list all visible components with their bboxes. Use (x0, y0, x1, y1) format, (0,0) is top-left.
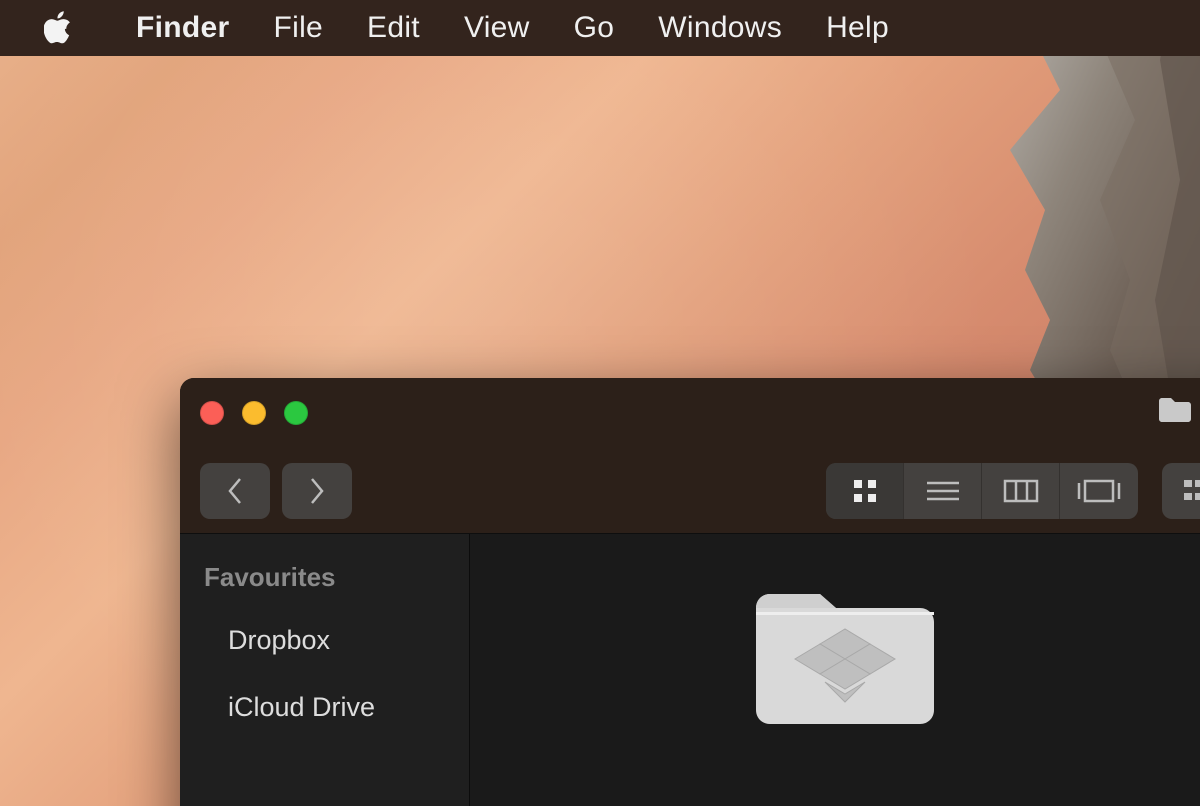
group-icon (1182, 477, 1200, 505)
dropbox-folder-icon[interactable] (750, 574, 940, 729)
apple-menu-icon[interactable] (44, 11, 72, 45)
coverflow-view-button[interactable] (1060, 463, 1138, 519)
minimize-button[interactable] (242, 401, 266, 425)
window-controls (200, 401, 308, 425)
menu-edit[interactable]: Edit (345, 11, 442, 45)
sidebar: Favourites Dropbox iCloud Drive (180, 534, 470, 806)
menu-view[interactable]: View (442, 11, 552, 45)
arrange-button[interactable] (1162, 463, 1200, 519)
window-titlebar[interactable]: Des (180, 378, 1200, 448)
back-button[interactable] (200, 463, 270, 519)
window-body: Favourites Dropbox iCloud Drive (180, 534, 1200, 806)
zoom-button[interactable] (284, 401, 308, 425)
folder-icon (1157, 395, 1193, 431)
menu-bar: Finder File Edit View Go Windows Help (0, 0, 1200, 56)
wallpaper-cliff (940, 0, 1200, 420)
column-view-button[interactable] (982, 463, 1060, 519)
arrange-control (1162, 463, 1200, 519)
content-area[interactable] (470, 534, 1200, 806)
icon-view-button[interactable] (826, 463, 904, 519)
menu-go[interactable]: Go (552, 11, 637, 45)
window-toolbar (180, 448, 1200, 534)
menu-help[interactable]: Help (804, 11, 911, 45)
sidebar-item-dropbox[interactable]: Dropbox (180, 607, 469, 674)
menu-app-name[interactable]: Finder (114, 11, 251, 45)
menu-file[interactable]: File (251, 11, 345, 45)
sidebar-section-favourites: Favourites (180, 562, 469, 607)
sidebar-item-icloud-drive[interactable]: iCloud Drive (180, 674, 469, 741)
desktop: Finder File Edit View Go Windows Help De… (0, 0, 1200, 806)
list-view-button[interactable] (904, 463, 982, 519)
view-mode-control (826, 463, 1138, 519)
window-title: Des (1157, 395, 1200, 431)
close-button[interactable] (200, 401, 224, 425)
menu-windows[interactable]: Windows (636, 11, 804, 45)
finder-window: Des (180, 378, 1200, 806)
forward-button[interactable] (282, 463, 352, 519)
